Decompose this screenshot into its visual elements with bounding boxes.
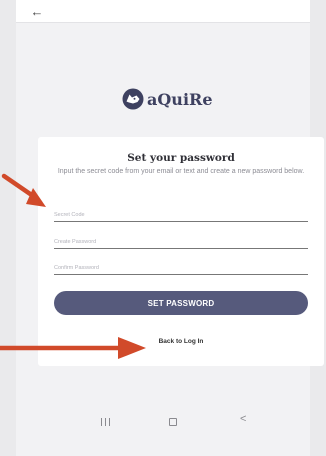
home-icon[interactable] [169,418,177,426]
set-password-button[interactable]: SET PASSWORD [54,291,308,315]
confirm-password-field [54,254,308,275]
secret-code-field [54,201,308,222]
top-app-bar: ← [16,0,310,23]
brand-name: aQuiRe [147,89,213,109]
create-password-field [54,228,308,249]
confirm-password-input[interactable] [54,265,308,271]
fox-head-logo-icon [122,88,144,110]
create-password-input[interactable] [54,239,308,245]
back-chevron-icon[interactable]: < [240,414,246,425]
annotation-arrow-pointing-to-link-icon [0,337,146,359]
arrow-left-icon[interactable]: ← [29,3,45,19]
system-nav-bar: < [16,412,310,456]
secret-code-input[interactable] [54,212,308,218]
instructions-text: Input the secret code from your email or… [57,168,305,175]
brand-logo: aQuiRe [122,86,213,112]
recents-icon[interactable] [101,418,110,426]
page-title: Set your password [127,152,235,164]
annotation-arrow-pointing-to-field-icon [1,173,46,207]
phone-screen: ← aQuiRe Set your password Input the sec… [16,0,324,456]
